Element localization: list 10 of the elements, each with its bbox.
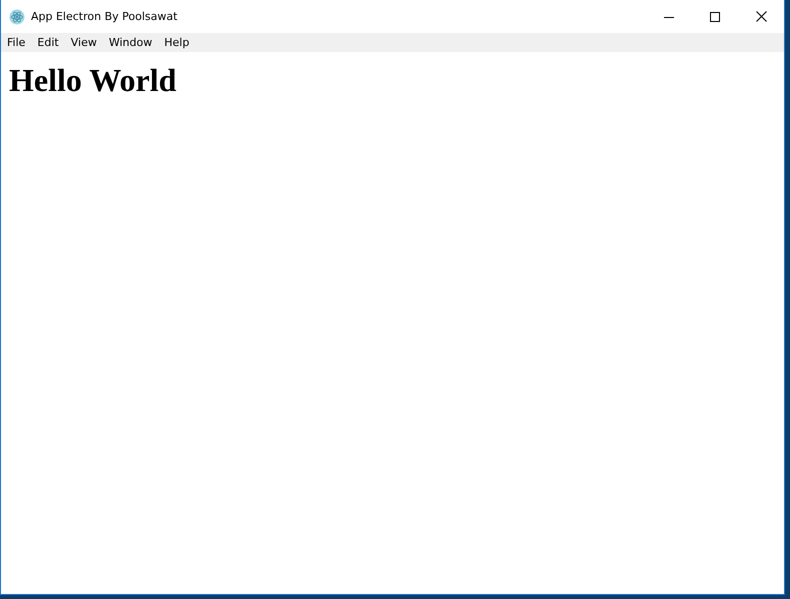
atom-icon bbox=[9, 8, 25, 24]
menu-item[interactable]: File bbox=[7, 36, 26, 49]
menu-item[interactable]: Window bbox=[108, 36, 152, 49]
page-heading: Hello World bbox=[9, 62, 178, 99]
menu-item[interactable]: Edit bbox=[37, 36, 59, 49]
menu-item[interactable]: Help bbox=[164, 36, 190, 49]
menu-item[interactable]: View bbox=[70, 36, 97, 49]
window-title: App Electron By Poolsawat bbox=[31, 10, 178, 23]
maximize-icon bbox=[710, 12, 720, 22]
close-icon bbox=[756, 11, 766, 22]
